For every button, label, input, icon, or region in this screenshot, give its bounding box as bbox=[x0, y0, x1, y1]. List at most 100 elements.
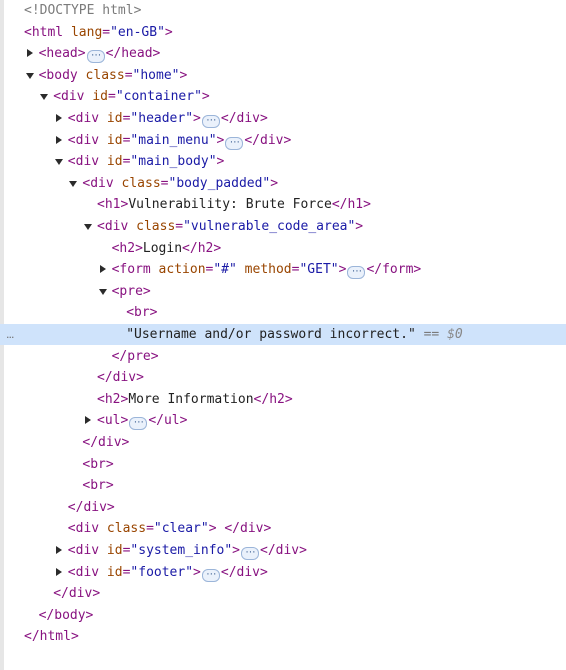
opening-tag-start: <form bbox=[111, 262, 151, 278]
dom-node-row[interactable]: <div class="vulnerable_code_area"> bbox=[0, 216, 566, 237]
opening-tag-end: > bbox=[338, 262, 347, 278]
element-text: Vulnerability: Brute Force bbox=[128, 197, 332, 213]
collapsed-children-ellipsis-icon[interactable]: ⋯ bbox=[86, 50, 105, 64]
collapsed-children-ellipsis-icon[interactable]: ⋯ bbox=[201, 568, 220, 582]
collapsed-children-ellipsis-icon[interactable]: ⋯ bbox=[225, 136, 244, 150]
dom-node-row[interactable]: <br> bbox=[0, 475, 566, 496]
dom-node-row[interactable]: <div id="system_info"> ⋯ </div> bbox=[0, 540, 566, 561]
closing-tag: </form> bbox=[366, 262, 422, 278]
dom-node-content: <br> bbox=[82, 475, 113, 496]
dom-node-row[interactable]: <div id="main_body"> bbox=[0, 151, 566, 172]
attribute-value[interactable]: "system_info" bbox=[130, 543, 232, 558]
attribute-name[interactable]: class bbox=[128, 219, 175, 234]
attribute-name[interactable]: id bbox=[99, 543, 123, 558]
element-text: Login bbox=[142, 240, 183, 256]
collapsed-children-ellipsis-icon[interactable]: ⋯ bbox=[347, 266, 366, 280]
expand-triangle-closed-icon[interactable] bbox=[83, 410, 95, 431]
closing-tag: </div> bbox=[82, 435, 130, 450]
dom-node-row[interactable]: <br> bbox=[0, 302, 566, 323]
expand-triangle-closed-icon[interactable] bbox=[54, 130, 66, 151]
dom-node-row[interactable]: <br> bbox=[0, 454, 566, 475]
expand-triangle-open-icon[interactable] bbox=[39, 86, 51, 107]
attribute-value[interactable]: "main_menu" bbox=[130, 133, 216, 148]
dom-node-row[interactable]: <div id="header"> ⋯ </div> bbox=[0, 108, 566, 129]
attribute-name[interactable]: id bbox=[99, 133, 123, 148]
dom-node-row[interactable]: <h2>More Information</h2> bbox=[0, 389, 566, 410]
dom-node-row[interactable]: <h1>Vulnerability: Brute Force</h1> bbox=[0, 194, 566, 215]
dom-node-row[interactable]: <pre> bbox=[0, 281, 566, 302]
dom-node-row[interactable]: <!DOCTYPE html> bbox=[0, 0, 566, 21]
dom-node-row[interactable]: <head> ⋯ </head> bbox=[0, 43, 566, 64]
expand-triangle-closed-icon[interactable] bbox=[25, 43, 37, 64]
expand-triangle-open-icon[interactable] bbox=[54, 151, 66, 172]
expand-triangle-closed-icon[interactable] bbox=[98, 259, 110, 280]
attribute-value[interactable]: "clear" bbox=[154, 521, 209, 536]
dom-node-row[interactable]: "Username and/or password incorrect." ==… bbox=[0, 324, 566, 345]
attribute-value[interactable]: "home" bbox=[133, 68, 180, 83]
expand-triangle-closed-icon[interactable] bbox=[54, 108, 66, 129]
opening-tag-end: > bbox=[142, 283, 151, 299]
dom-node-row[interactable]: </body> bbox=[0, 605, 566, 626]
attribute-name[interactable]: id bbox=[99, 154, 123, 169]
opening-tag-start: <head bbox=[38, 46, 78, 62]
attribute-name[interactable]: class bbox=[78, 68, 125, 83]
expand-triangle-closed-icon[interactable] bbox=[54, 540, 66, 561]
opening-tag-start: <ul bbox=[97, 413, 121, 429]
dom-node-row[interactable]: <html lang="en-GB"> bbox=[0, 22, 566, 43]
attribute-value[interactable]: "footer" bbox=[130, 565, 193, 580]
dom-node-content: <body class="home"> bbox=[25, 65, 187, 86]
closing-tag: </h2> bbox=[253, 391, 293, 407]
dom-node-row[interactable]: <body class="home"> bbox=[0, 65, 566, 86]
opening-tag-end: > bbox=[193, 564, 201, 580]
dom-node-row[interactable]: <div class="body_padded"> bbox=[0, 173, 566, 194]
expand-triangle-open-icon[interactable] bbox=[25, 65, 37, 86]
attribute-name[interactable]: action bbox=[151, 262, 206, 277]
collapsed-children-ellipsis-icon[interactable]: ⋯ bbox=[129, 417, 148, 431]
opening-tag-start: <br bbox=[82, 456, 106, 472]
attribute-name[interactable]: class bbox=[99, 521, 146, 536]
text-node: "Username and/or password incorrect." bbox=[126, 327, 416, 342]
expand-triangle-open-icon[interactable] bbox=[68, 173, 80, 194]
dom-node-row[interactable]: <div id="container"> bbox=[0, 86, 566, 107]
attribute-name[interactable]: id bbox=[85, 89, 108, 104]
dom-node-row[interactable]: </div> bbox=[0, 367, 566, 388]
expand-triangle-open-icon[interactable] bbox=[83, 216, 95, 237]
attribute-value[interactable]: "body_padded" bbox=[169, 176, 271, 191]
dom-node-row[interactable]: <div class="clear"> </div> bbox=[0, 518, 566, 539]
dom-node-content: </div> bbox=[53, 583, 100, 604]
closing-tag: </div> bbox=[220, 564, 268, 580]
collapsed-children-ellipsis-icon[interactable]: ⋯ bbox=[241, 547, 259, 560]
attribute-name[interactable]: method bbox=[237, 262, 292, 277]
dom-node-row[interactable]: </div> bbox=[0, 583, 566, 604]
dom-node-row[interactable]: </pre> bbox=[0, 346, 566, 367]
attribute-name[interactable]: class bbox=[114, 176, 161, 191]
dom-node-row[interactable]: </div> bbox=[0, 432, 566, 453]
attribute-name[interactable]: id bbox=[99, 565, 123, 580]
attribute-value[interactable]: "header" bbox=[130, 111, 193, 126]
attribute-value[interactable]: "vulnerable_code_area" bbox=[183, 219, 355, 234]
attribute-value[interactable]: "#" bbox=[213, 262, 236, 277]
dom-node-row[interactable]: <ul> ⋯ </ul> bbox=[0, 410, 566, 431]
closing-tag: </div> bbox=[97, 370, 144, 386]
dom-node-row[interactable]: </html> bbox=[0, 626, 566, 647]
dom-node-row[interactable]: <div id="footer"> ⋯ </div> bbox=[0, 562, 566, 583]
attribute-value[interactable]: "main_body" bbox=[130, 154, 216, 169]
expand-triangle-open-icon[interactable] bbox=[98, 281, 110, 302]
dom-node-row[interactable]: <h2>Login</h2> bbox=[0, 238, 566, 259]
attribute-value[interactable]: "container" bbox=[116, 89, 202, 104]
dom-node-content: </pre> bbox=[112, 346, 159, 367]
attribute-equals: = bbox=[124, 67, 133, 83]
expand-triangle-closed-icon[interactable] bbox=[54, 562, 66, 583]
dom-node-content: <div id="system_info"> ⋯ </div> bbox=[54, 540, 307, 561]
attribute-value[interactable]: "en-GB" bbox=[110, 25, 165, 40]
attribute-name[interactable]: id bbox=[99, 111, 123, 126]
dom-node-row[interactable]: <form action="#" method="GET"> ⋯ </form> bbox=[0, 259, 566, 280]
attribute-value[interactable]: "GET" bbox=[299, 262, 338, 277]
row-actions-menu-icon[interactable]: ... bbox=[6, 324, 14, 345]
dom-node-row[interactable]: <div id="main_menu"> ⋯ </div> bbox=[0, 130, 566, 151]
opening-tag-end: > bbox=[208, 521, 217, 537]
opening-tag-start: <div bbox=[67, 543, 100, 558]
collapsed-children-ellipsis-icon[interactable]: ⋯ bbox=[201, 115, 220, 128]
dom-node-row[interactable]: </div> bbox=[0, 497, 566, 518]
attribute-name[interactable]: lang bbox=[63, 25, 102, 40]
